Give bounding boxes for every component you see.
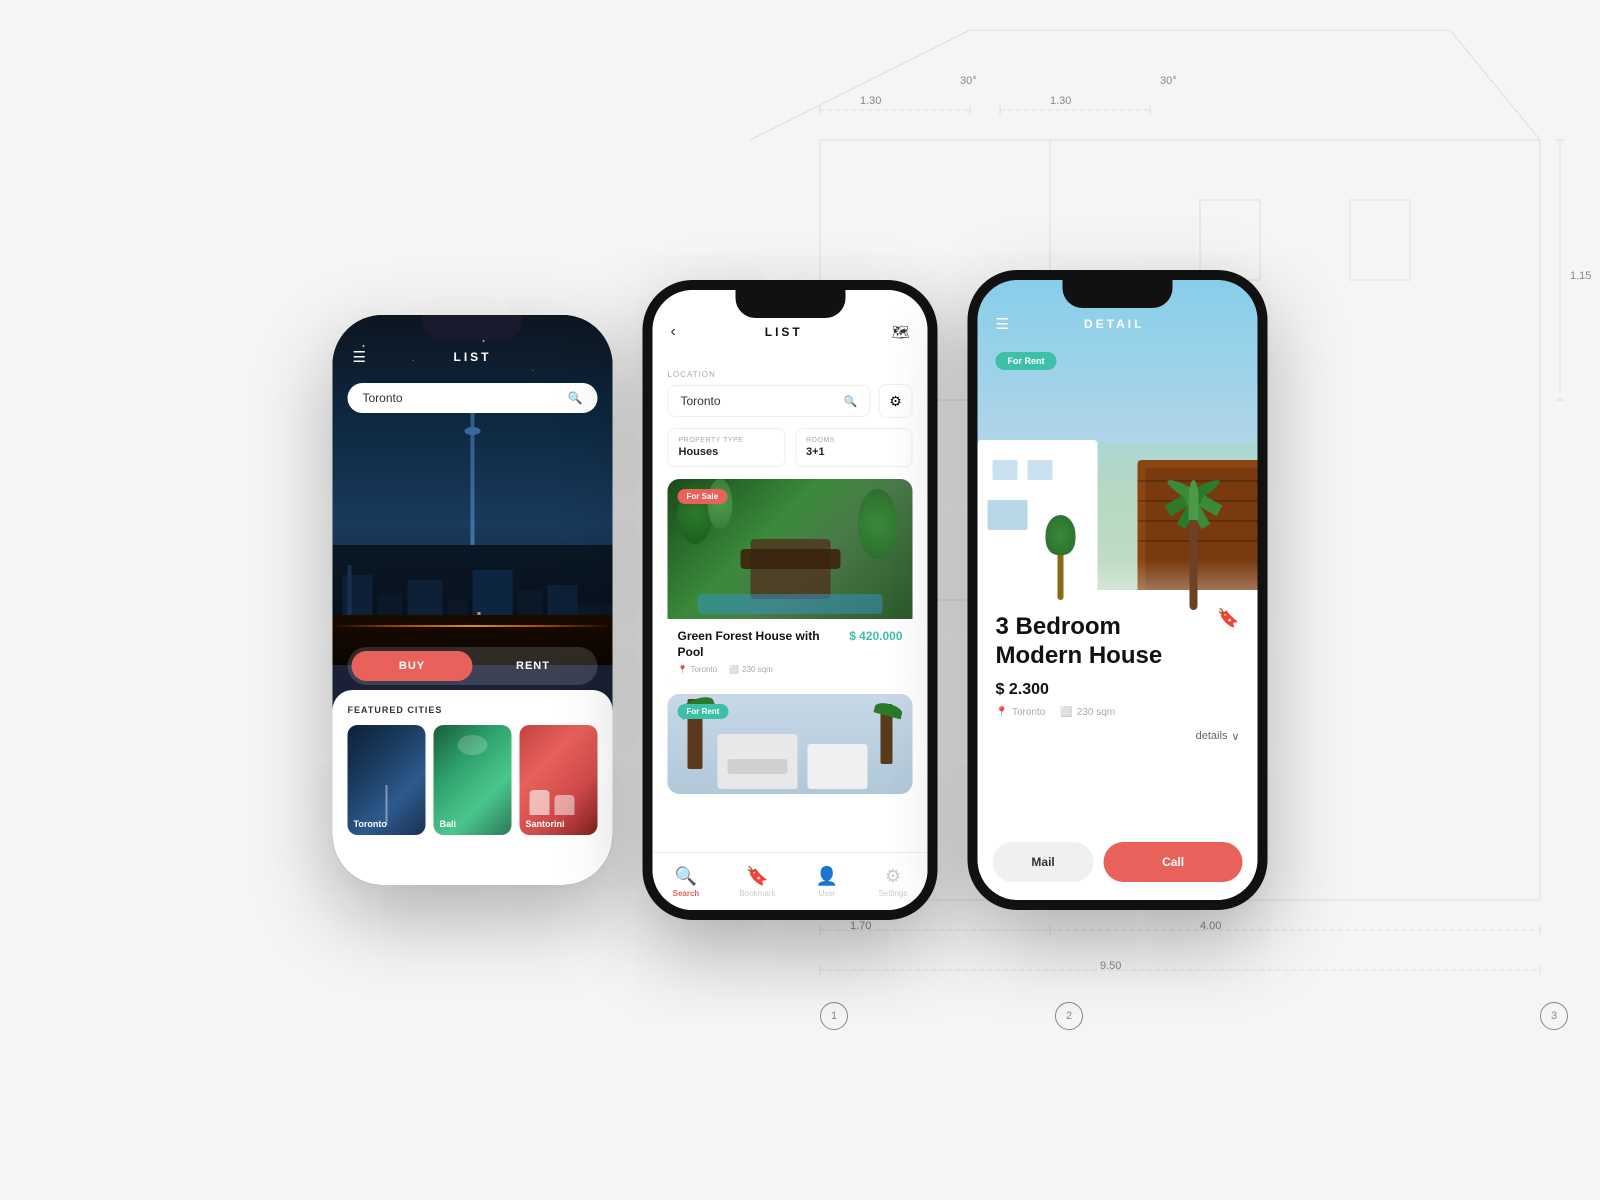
phone3-info-panel: 🔖 3 Bedroom Modern House $ 2.300 📍 Toron…	[978, 590, 1258, 900]
phone1-action-buttons: BUY RENT	[348, 647, 598, 685]
phone3-menu-icon[interactable]: ☰	[996, 315, 1009, 333]
area-icon: ⬜	[729, 665, 739, 674]
location-label: LOCATION	[668, 370, 913, 379]
phone3-notch	[1063, 280, 1173, 308]
city-card-toronto[interactable]: Toronto	[348, 725, 426, 835]
phone3-title: DETAIL	[1084, 317, 1144, 331]
mail-button[interactable]: Mail	[993, 842, 1094, 882]
dim-label-3: 1.15	[1570, 270, 1591, 282]
phone3-price: $ 2.300	[996, 681, 1240, 699]
details-label: details	[1196, 730, 1228, 742]
settings-nav-label: Settings	[878, 889, 907, 898]
phone3-location: 📍 Toronto	[996, 707, 1046, 718]
dim-label-angle-2: 30°	[1160, 75, 1177, 87]
circle-num-2: 2	[1055, 1002, 1083, 1030]
dim-label-2: 1.30	[1050, 95, 1071, 107]
bookmark-nav-label: Bookmark	[740, 889, 776, 898]
buy-button[interactable]: BUY	[352, 651, 473, 681]
listing1-info: Green Forest House with Pool $ 420.000 📍…	[668, 619, 913, 684]
phone-3-detail: ☰ DETAIL For Rent 🔖 3 Bedroom Modern Hou…	[968, 270, 1268, 910]
bookmark-nav-icon: 🔖	[746, 866, 768, 887]
dim-label-angle-1: 30°	[960, 75, 977, 87]
phone2-content: LOCATION Toronto 🔍 ⚙ PROPERTY TYPE House…	[653, 358, 928, 852]
listing1-name: Green Forest House with Pool	[678, 629, 842, 660]
phone2-notch	[735, 290, 845, 318]
nav-search[interactable]: 🔍 Search	[673, 866, 700, 898]
phone3-bookmark-icon[interactable]: 🔖	[1217, 608, 1239, 629]
location-input[interactable]: Toronto 🔍	[668, 385, 871, 417]
phone3-details-row: details ∨	[996, 730, 1240, 743]
phone2-title: LIST	[765, 325, 803, 339]
rooms-value: 3+1	[806, 446, 902, 458]
listing-card-2[interactable]: For Rent	[668, 694, 913, 794]
phone2-navbar: 🔍 Search 🔖 Bookmark 👤 User ⚙ Settings	[653, 852, 928, 910]
phone1-menu-icon[interactable]: ☰	[353, 348, 366, 366]
phone3-area: ⬜ 230 sqm	[1060, 707, 1115, 718]
city-toronto-label: Toronto	[354, 819, 387, 829]
listing1-price: $ 420.000	[849, 629, 902, 643]
property-type-filter[interactable]: PROPERTY TYPE Houses	[668, 428, 786, 467]
dim-label-5: 4.00	[1200, 920, 1221, 932]
phone2-header: ‹ LIST 🗺	[653, 323, 928, 341]
search-nav-label: Search	[673, 889, 700, 898]
phone1-search-bar[interactable]: Toronto 🔍	[348, 383, 598, 413]
phone3-action-buttons: Mail Call	[993, 842, 1243, 882]
featured-cities-label: FEATURED CITIES	[348, 705, 598, 715]
city-bali-label: Bali	[440, 819, 457, 829]
user-nav-icon: 👤	[816, 866, 838, 887]
call-button[interactable]: Call	[1104, 842, 1243, 882]
filter-row: PROPERTY TYPE Houses ROOMS 3+1	[668, 428, 913, 467]
phone3-location-icon: 📍	[996, 707, 1008, 718]
listing-card-1[interactable]: For Sale Green Forest House with Pool $ …	[668, 479, 913, 684]
circle-num-1: 1	[820, 1002, 848, 1030]
phone2-map-icon[interactable]: 🗺	[892, 324, 910, 341]
city-santorini-label: Santorini	[526, 819, 565, 829]
phones-showcase: ☰ LIST Toronto 🔍 BUY RENT FEATURED CITIE…	[333, 280, 1268, 920]
listing1-area: ⬜ 230 sqm	[729, 665, 773, 674]
phone3-listing-title-line2: Modern House	[996, 642, 1240, 671]
phone1-title: LIST	[454, 350, 492, 364]
phone3-area-icon: ⬜	[1060, 707, 1072, 718]
phone1-notch	[423, 315, 523, 340]
property-type-label: PROPERTY TYPE	[679, 437, 775, 444]
phone3-badge: For Rent	[996, 352, 1057, 370]
settings-nav-icon: ⚙	[885, 866, 901, 887]
phone1-search-icon: 🔍	[568, 391, 583, 405]
location-icon: 📍	[678, 665, 688, 674]
phone2-back-icon[interactable]: ‹	[671, 323, 676, 341]
phone3-meta: 📍 Toronto ⬜ 230 sqm	[996, 707, 1240, 718]
city-card-santorini[interactable]: Santorini	[520, 725, 598, 835]
phone1-hero	[333, 315, 613, 665]
circle-num-3: 3	[1540, 1002, 1568, 1030]
phone1-search-value: Toronto	[363, 391, 403, 405]
property-type-value: Houses	[679, 446, 775, 458]
nav-bookmark[interactable]: 🔖 Bookmark	[740, 866, 776, 898]
phone3-header: ☰ DETAIL	[978, 315, 1258, 333]
search-nav-icon: 🔍	[675, 866, 697, 887]
listing1-location: 📍 Toronto	[678, 665, 718, 674]
details-chevron-icon: ∨	[1231, 730, 1239, 743]
phone1-header: ☰ LIST	[333, 350, 613, 364]
dim-label-4: 1.70	[850, 920, 871, 932]
rooms-label: ROOMS	[806, 437, 902, 444]
phone-1-home: ☰ LIST Toronto 🔍 BUY RENT FEATURED CITIE…	[333, 315, 613, 885]
city-cards-row: Toronto Bali	[348, 725, 598, 835]
rent-button[interactable]: RENT	[473, 651, 594, 681]
nav-settings[interactable]: ⚙ Settings	[878, 866, 907, 898]
listing2-badge: For Rent	[678, 704, 729, 719]
phone3-listing-title-line1: 3 Bedroom	[996, 613, 1240, 642]
user-nav-label: User	[819, 889, 836, 898]
listing1-badge: For Sale	[678, 489, 728, 504]
dim-label-6: 9.50	[1100, 960, 1121, 972]
location-value: Toronto	[681, 394, 721, 408]
phone3-hero: ☰ DETAIL For Rent	[978, 280, 1258, 640]
location-search-icon: 🔍	[844, 395, 858, 408]
dim-label-1: 1.30	[860, 95, 881, 107]
city-card-bali[interactable]: Bali	[434, 725, 512, 835]
nav-user[interactable]: 👤 User	[816, 866, 838, 898]
phone1-bottom-panel: FEATURED CITIES Toronto	[333, 690, 613, 885]
phone-2-list: ‹ LIST 🗺 LOCATION Toronto 🔍 ⚙	[643, 280, 938, 920]
rooms-filter[interactable]: ROOMS 3+1	[795, 428, 913, 467]
filter-button[interactable]: ⚙	[879, 384, 913, 418]
